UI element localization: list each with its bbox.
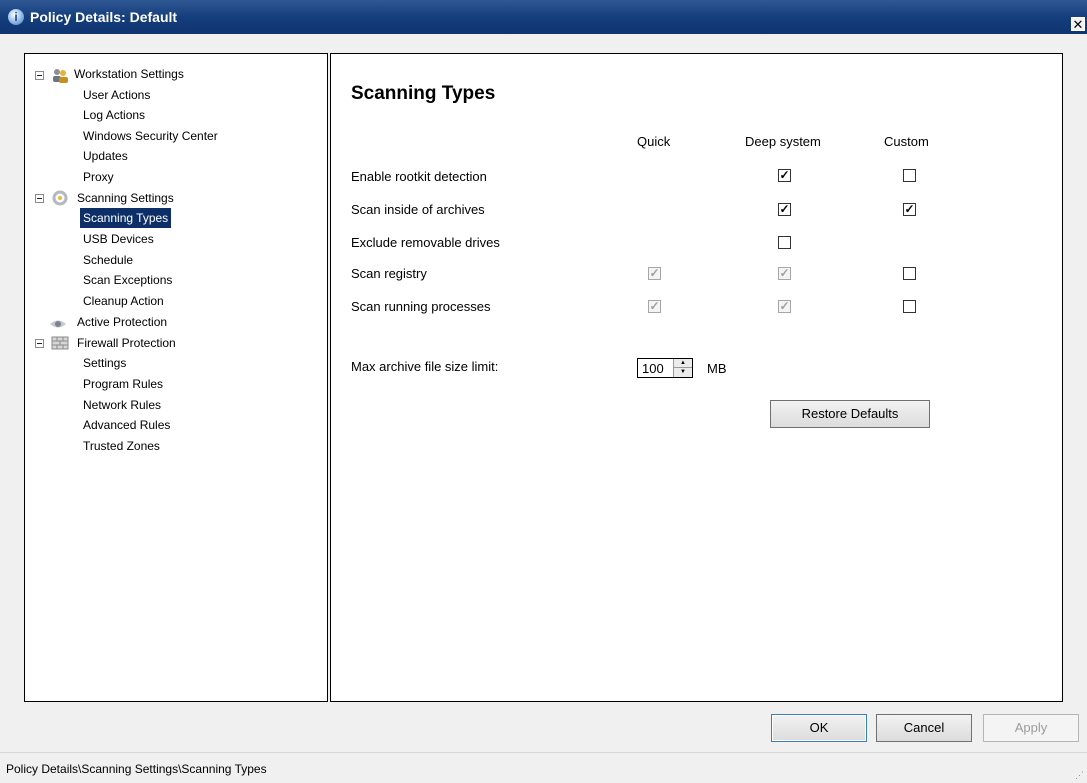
custom-registry-checkbox[interactable]	[903, 267, 916, 280]
scanning-types-panel: Scanning Types Quick Deep system Custom …	[330, 53, 1063, 702]
close-button[interactable]: ✕	[1071, 17, 1085, 31]
deep-registry-checkbox	[778, 267, 791, 280]
spin-up-icon[interactable]: ▲	[674, 359, 692, 368]
archive-size-value[interactable]: 100	[642, 361, 664, 376]
column-header-deep-system: Deep system	[745, 134, 821, 149]
tree-item-trusted-zones[interactable]: Trusted Zones	[83, 436, 160, 456]
deep-archives-checkbox[interactable]	[778, 203, 791, 216]
row-label-enable-rootkit: Enable rootkit detection	[351, 169, 487, 184]
row-label-exclude-removable: Exclude removable drives	[351, 235, 500, 250]
row-label-scan-processes: Scan running processes	[351, 299, 491, 314]
collapse-workstation-icon[interactable]	[35, 71, 44, 80]
tree-item-workstation-settings[interactable]: Workstation Settings	[74, 64, 184, 84]
deep-removable-checkbox[interactable]	[778, 236, 791, 249]
collapse-firewall-icon[interactable]	[35, 339, 44, 348]
tree-item-schedule[interactable]: Schedule	[83, 250, 133, 270]
custom-archives-checkbox[interactable]	[903, 203, 916, 216]
quick-registry-checkbox	[648, 267, 661, 280]
cancel-button[interactable]: Cancel	[876, 714, 972, 742]
eye-shield-icon	[50, 320, 66, 328]
archive-limit-label: Max archive file size limit:	[351, 359, 499, 374]
tree-item-scan-exceptions[interactable]: Scan Exceptions	[83, 270, 172, 290]
tree-item-advanced-rules[interactable]: Advanced Rules	[83, 415, 170, 435]
archive-size-spinner[interactable]: 100 ▲ ▼	[637, 358, 693, 378]
tree-item-network-rules[interactable]: Network Rules	[83, 395, 161, 415]
tree-item-scanning-settings[interactable]: Scanning Settings	[77, 188, 174, 208]
navigation-tree: Workstation Settings User Actions Log Ac…	[24, 53, 328, 702]
row-label-scan-archives: Scan inside of archives	[351, 202, 485, 217]
tree-item-updates[interactable]: Updates	[83, 146, 128, 166]
tree-item-user-actions[interactable]: User Actions	[83, 85, 150, 105]
tree-item-cleanup-action[interactable]: Cleanup Action	[83, 291, 164, 311]
collapse-scanning-icon[interactable]	[35, 194, 44, 203]
page-title: Scanning Types	[351, 83, 496, 104]
title-bar: i Policy Details: Default ✕	[0, 0, 1087, 34]
tree-item-active-protection[interactable]: Active Protection	[77, 312, 167, 332]
column-header-custom: Custom	[884, 134, 929, 149]
spin-down-icon[interactable]: ▼	[674, 368, 692, 377]
tree-item-log-actions[interactable]: Log Actions	[83, 105, 145, 125]
custom-rootkit-checkbox[interactable]	[903, 169, 916, 182]
tree-item-scanning-types[interactable]: Scanning Types	[80, 208, 172, 228]
tree-item-proxy[interactable]: Proxy	[83, 167, 114, 187]
archive-size-unit: MB	[707, 361, 727, 376]
tree-item-firewall-protection[interactable]: Firewall Protection	[77, 333, 176, 353]
workstation-users-icon	[53, 69, 68, 83]
row-label-scan-registry: Scan registry	[351, 266, 427, 281]
tree-item-program-rules[interactable]: Program Rules	[83, 374, 163, 394]
status-bar: Policy Details\Scanning Settings\Scannin…	[0, 752, 1087, 783]
app-icon: i	[8, 9, 24, 25]
tree-item-settings[interactable]: Settings	[83, 353, 126, 373]
scanning-gears-icon	[52, 190, 68, 206]
brick-wall-icon	[51, 336, 69, 350]
quick-processes-checkbox	[648, 300, 661, 313]
column-header-quick: Quick	[637, 134, 671, 149]
resize-grip-icon[interactable]: ⋰	[1075, 771, 1084, 780]
restore-defaults-button[interactable]: Restore Defaults	[770, 400, 930, 428]
ok-button[interactable]: OK	[771, 714, 867, 742]
window-title: Policy Details: Default	[30, 9, 178, 25]
tree-item-usb-devices[interactable]: USB Devices	[83, 229, 154, 249]
apply-button: Apply	[983, 714, 1079, 742]
custom-processes-checkbox[interactable]	[903, 300, 916, 313]
tree-item-windows-security-center[interactable]: Windows Security Center	[83, 126, 218, 146]
status-path: Policy Details\Scanning Settings\Scannin…	[6, 762, 267, 776]
spinner-buttons: ▲ ▼	[673, 359, 692, 377]
deep-rootkit-checkbox[interactable]	[778, 169, 791, 182]
deep-processes-checkbox	[778, 300, 791, 313]
